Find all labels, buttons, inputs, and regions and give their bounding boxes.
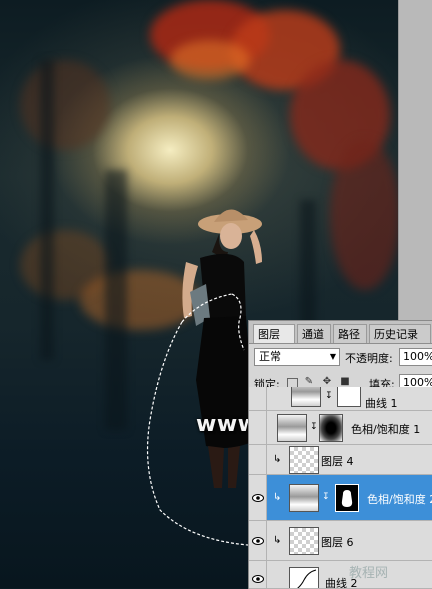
workspace-background — [398, 0, 432, 320]
tab-label: 通道 — [302, 328, 324, 341]
blend-mode-value: 正常 — [259, 350, 281, 363]
curves-icon — [297, 569, 317, 588]
layer-name: 曲线 1 — [365, 397, 398, 410]
dropdown-arrow-icon: ▼ — [329, 352, 336, 361]
link-icon: ↧ — [325, 391, 333, 401]
corner-logo-text: 教程网 — [349, 566, 389, 581]
layer-name: 色相/饱和度 1 — [351, 423, 421, 436]
layer-name: 图层 4 — [321, 455, 354, 468]
layer-mask-thumbnail — [319, 414, 343, 442]
visibility-toggle[interactable] — [249, 561, 267, 588]
eye-icon — [252, 575, 264, 583]
tab-paths[interactable]: 路径 — [333, 324, 367, 343]
opacity-label: 不透明度: — [345, 352, 393, 365]
tab-label: 图层 — [258, 328, 280, 341]
eye-icon — [252, 537, 264, 545]
tab-history[interactable]: 历史记录 — [369, 324, 431, 343]
opacity-input[interactable]: 100% — [399, 348, 432, 366]
curves-thumbnail — [289, 567, 319, 588]
link-icon: ↧ — [322, 492, 330, 502]
blend-mode-row: 正常 ▼ 不透明度: 100% — [249, 345, 432, 369]
layer-row[interactable]: ↳ 图层 6 — [249, 521, 432, 561]
visibility-toggle[interactable] — [249, 411, 267, 444]
layer-mask-thumbnail — [335, 484, 359, 512]
layer-row[interactable]: ↧ 色相/饱和度 1 — [249, 411, 432, 445]
adjustment-thumbnail — [289, 484, 319, 512]
clipping-mask-icon: ↳ — [273, 535, 282, 546]
layer-name: 色相/饱和度 2 — [367, 493, 432, 506]
visibility-toggle[interactable] — [249, 521, 267, 560]
layer-name: 图层 6 — [321, 536, 354, 549]
tab-label: 路径 — [338, 328, 360, 341]
clipping-mask-icon: ↳ — [273, 454, 282, 465]
adjustment-thumbnail — [291, 387, 321, 407]
tab-channels[interactable]: 通道 — [297, 324, 331, 343]
panel-tab-bar: 图层 × 通道 路径 历史记录 — [249, 321, 432, 360]
tab-layers[interactable]: 图层 × — [253, 324, 295, 360]
layer-row-selected[interactable]: ↳ ↧ 色相/饱和度 2 — [249, 475, 432, 521]
layer-thumbnail — [289, 527, 319, 555]
link-icon: ↧ — [310, 422, 318, 432]
blend-mode-select[interactable]: 正常 ▼ — [254, 348, 340, 366]
clipping-mask-icon: ↳ — [273, 492, 282, 503]
tab-label: 历史记录 — [374, 328, 418, 341]
visibility-toggle[interactable] — [249, 475, 267, 520]
layer-row[interactable]: ↳ 图层 4 — [249, 445, 432, 475]
mask-figure — [341, 490, 353, 507]
adjustment-thumbnail — [277, 414, 307, 442]
layers-panel: 图层 × 通道 路径 历史记录 正常 ▼ 不透明度: 100% 锁定: ✎ ✥ … — [248, 320, 432, 589]
layer-mask-thumbnail — [337, 387, 361, 407]
layer-thumbnail — [289, 446, 319, 474]
layer-row[interactable]: ↧ 曲线 1 — [249, 387, 432, 411]
visibility-toggle[interactable] — [249, 445, 267, 474]
visibility-toggle[interactable] — [249, 387, 267, 410]
eye-icon — [252, 494, 264, 502]
layer-row[interactable]: 曲线 2 教程网 — [249, 561, 432, 589]
